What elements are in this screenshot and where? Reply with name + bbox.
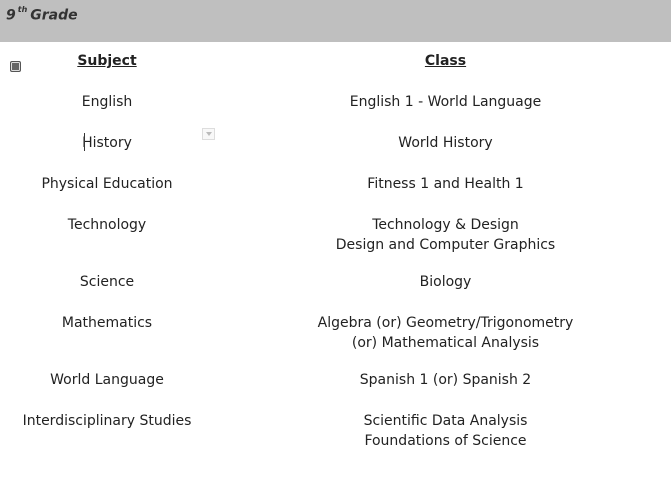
class-cell-history[interactable]: World History — [220, 133, 671, 153]
subject-column-header: Subject — [77, 53, 137, 69]
subject-cell-english[interactable]: English — [0, 92, 214, 112]
class-line: Scientific Data Analysis — [363, 413, 528, 429]
class-line: English 1 - World Language — [349, 94, 542, 110]
subject-cell-science[interactable]: Science — [0, 272, 214, 292]
class-cell-interdisciplinary-studies[interactable]: Scientific Data Analysis Foundations of … — [220, 411, 671, 451]
grade-suffix: th — [17, 5, 28, 14]
class-line: Spanish 1 (or) Spanish 2 — [359, 372, 532, 388]
subject-cell-technology[interactable]: Technology — [0, 215, 214, 235]
grade-number: 9 — [6, 7, 16, 24]
class-line: Biology — [419, 274, 472, 290]
class-cell-technology[interactable]: Technology & Design Design and Computer … — [220, 215, 671, 255]
class-cell-world-language[interactable]: Spanish 1 (or) Spanish 2 — [220, 370, 671, 390]
class-cell-science[interactable]: Biology — [220, 272, 671, 292]
subject-cell-interdisciplinary-studies[interactable]: Interdisciplinary Studies — [0, 411, 214, 431]
subject-cell-history[interactable]: History — [0, 133, 214, 153]
subject-cell-physical-education[interactable]: Physical Education — [0, 174, 214, 194]
class-cell-mathematics[interactable]: Algebra (or) Geometry/Trigonometry (or) … — [220, 313, 671, 353]
class-line: World History — [398, 135, 493, 151]
dropdown-arrow-icon[interactable] — [202, 128, 215, 140]
subject-cell-mathematics[interactable]: Mathematics — [0, 313, 214, 333]
subject-cell-world-language[interactable]: World Language — [0, 370, 214, 390]
text-cursor — [84, 133, 85, 151]
class-line: Fitness 1 and Health 1 — [367, 176, 524, 192]
grade-header-bar: 9th Grade — [0, 0, 671, 42]
grade-word: Grade — [30, 7, 78, 24]
class-column-header: Class — [424, 53, 467, 69]
class-line: Design and Computer Graphics — [335, 237, 556, 253]
grade-title: 9th Grade — [6, 5, 78, 24]
class-line: (or) Mathematical Analysis — [351, 335, 540, 351]
class-line: Algebra (or) Geometry/Trigonometry — [317, 315, 574, 331]
class-line: Technology & Design — [372, 217, 519, 233]
class-cell-english[interactable]: English 1 - World Language — [220, 92, 671, 112]
class-line: Foundations of Science — [364, 433, 527, 449]
class-cell-physical-education[interactable]: Fitness 1 and Health 1 — [220, 174, 671, 194]
